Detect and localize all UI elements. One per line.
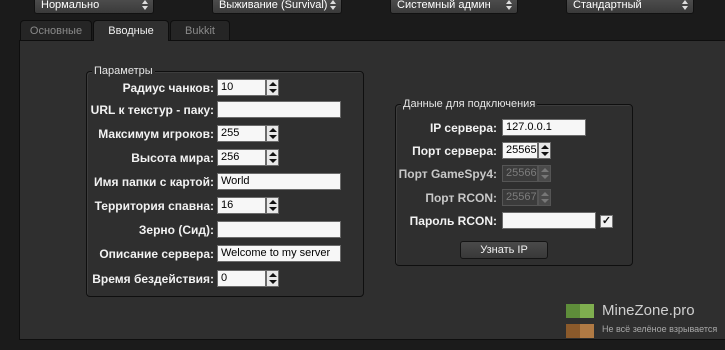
max-players-stepper[interactable]	[266, 125, 279, 142]
chunk-radius-stepper[interactable]	[266, 79, 279, 96]
spawn-protection-label: Территория спавна:	[94, 199, 214, 213]
connection-title: Данные для подключения	[401, 98, 538, 110]
texture-url-label: URL к текстур - паку:	[90, 103, 214, 117]
tab-basic[interactable]: Основные	[20, 20, 92, 40]
difficulty-select[interactable]: Нормально	[34, 0, 154, 14]
seed-input[interactable]	[217, 221, 341, 238]
rcon-port-label: Порт RCON:	[425, 191, 497, 205]
difficulty-value: Нормально	[41, 0, 100, 11]
server-ip-input[interactable]: 127.0.0.1	[502, 119, 586, 136]
rcon-port-input[interactable]: 25567	[502, 189, 538, 206]
world-type-value: Стандартный	[573, 0, 642, 11]
motd-label: Описание сервера:	[99, 247, 214, 261]
gamespy-port-input[interactable]: 25566	[502, 165, 538, 182]
params-title: Параметры	[92, 65, 155, 77]
world-height-stepper[interactable]	[266, 149, 279, 166]
level-name-input[interactable]: World	[217, 173, 341, 190]
watermark-title: MineZone.pro	[602, 302, 695, 319]
chevron-updown-icon	[681, 0, 689, 13]
max-players-input[interactable]: 255	[217, 125, 266, 142]
chevron-updown-icon	[329, 0, 337, 13]
gamemode-value: Выживание (Survival)	[219, 0, 328, 11]
gamespy-port-label: Порт GameSpy4:	[398, 167, 497, 181]
level-name-label: Имя папки с картой:	[93, 175, 214, 189]
tab-bukkit[interactable]: Bukkit	[170, 20, 230, 40]
world-type-select[interactable]: Стандартный	[566, 0, 694, 14]
chunk-radius-input[interactable]: 10	[217, 79, 266, 96]
world-height-label: Высота мира:	[131, 151, 214, 165]
server-ip-label: IP сервера:	[429, 121, 497, 135]
watermark-subtitle: Не всё зелёное взрывается	[602, 324, 718, 334]
op-level-value: Системный админ	[397, 0, 491, 11]
rcon-port-stepper[interactable]	[538, 189, 551, 206]
spawn-protection-input[interactable]: 16	[217, 197, 266, 214]
chevron-updown-icon	[141, 0, 149, 13]
idle-timeout-input[interactable]: 0	[217, 270, 266, 287]
server-port-input[interactable]: 25565	[502, 142, 538, 159]
gamemode-select[interactable]: Выживание (Survival)	[212, 0, 342, 14]
rcon-enable-checkbox[interactable]: ✓	[600, 215, 613, 228]
server-port-stepper[interactable]	[538, 142, 551, 159]
gamespy-port-stepper[interactable]	[538, 165, 551, 182]
spawn-protection-stepper[interactable]	[266, 197, 279, 214]
motd-input[interactable]: Welcome to my server	[217, 245, 341, 262]
idle-timeout-label: Время бездействия:	[92, 272, 214, 286]
chevron-updown-icon	[505, 0, 513, 13]
chunk-radius-label: Радиус чанков:	[122, 81, 214, 95]
world-height-input[interactable]: 256	[217, 149, 266, 166]
op-level-select[interactable]: Системный админ	[390, 0, 518, 14]
server-port-label: Порт сервера:	[412, 144, 497, 158]
find-ip-button[interactable]: Узнать IP	[460, 241, 548, 259]
max-players-label: Максимум игроков:	[98, 127, 214, 141]
tab-input[interactable]: Вводные	[93, 20, 169, 41]
seed-label: Зерно (Сид):	[138, 223, 214, 237]
minezone-logo-icon	[566, 304, 596, 340]
rcon-password-label: Пароль RCON:	[409, 214, 497, 228]
rcon-password-input[interactable]	[502, 212, 596, 229]
idle-timeout-stepper[interactable]	[266, 270, 279, 287]
texture-url-input[interactable]	[217, 101, 341, 118]
